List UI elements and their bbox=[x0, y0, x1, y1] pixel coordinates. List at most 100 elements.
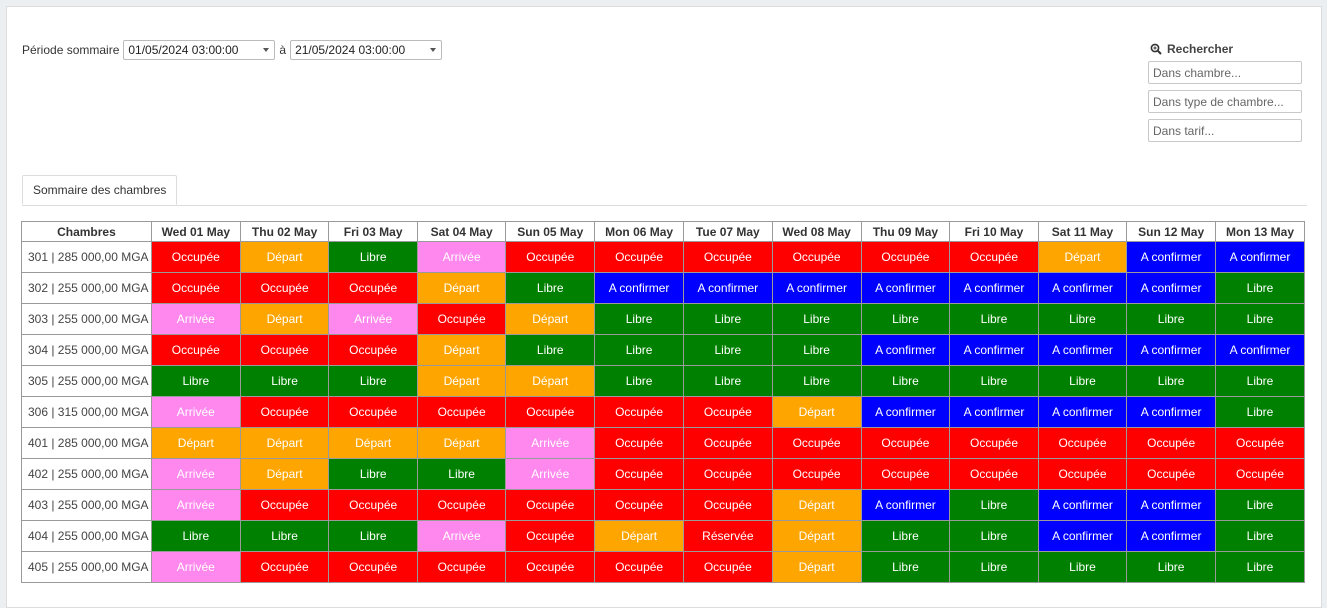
status-cell[interactable]: Occupée bbox=[239, 396, 330, 428]
period-to-select[interactable]: 21/05/2024 03:00:00 bbox=[290, 40, 443, 60]
status-cell[interactable]: Libre bbox=[949, 365, 1039, 397]
status-cell[interactable]: Libre bbox=[949, 520, 1039, 552]
status-cell[interactable]: Libre bbox=[505, 334, 596, 366]
status-cell[interactable]: Arrivée bbox=[505, 458, 596, 490]
status-cell[interactable]: Occupée bbox=[860, 427, 951, 459]
status-cell[interactable]: A confirmer bbox=[860, 396, 951, 428]
status-cell[interactable]: Arrivée bbox=[150, 551, 241, 583]
status-cell[interactable]: Occupée bbox=[505, 551, 596, 583]
status-cell[interactable]: Arrivée bbox=[150, 396, 241, 428]
status-cell[interactable]: A confirmer bbox=[860, 489, 951, 521]
status-cell[interactable]: Occupée bbox=[594, 427, 685, 459]
status-cell[interactable]: Libre bbox=[328, 458, 418, 490]
status-cell[interactable]: A confirmer bbox=[949, 272, 1039, 304]
status-cell[interactable]: Occupée bbox=[328, 272, 418, 304]
status-cell[interactable]: Occupée bbox=[771, 241, 862, 273]
status-cell[interactable]: Occupée bbox=[416, 551, 507, 583]
status-cell[interactable]: Occupée bbox=[505, 396, 596, 428]
status-cell[interactable]: Départ bbox=[416, 427, 507, 459]
status-cell[interactable]: Départ bbox=[771, 520, 862, 552]
status-cell[interactable]: Occupée bbox=[771, 458, 862, 490]
status-cell[interactable]: Départ bbox=[239, 427, 330, 459]
status-cell[interactable]: Libre bbox=[683, 303, 773, 335]
status-cell[interactable]: Occupée bbox=[150, 241, 241, 273]
status-cell[interactable]: Occupée bbox=[683, 427, 773, 459]
search-room-type-input[interactable] bbox=[1148, 90, 1302, 113]
status-cell[interactable]: Occupée bbox=[239, 272, 330, 304]
status-cell[interactable]: Occupée bbox=[416, 489, 507, 521]
status-cell[interactable]: Libre bbox=[1037, 303, 1128, 335]
status-cell[interactable]: Libre bbox=[1037, 365, 1128, 397]
status-cell[interactable]: Occupée bbox=[860, 458, 951, 490]
status-cell[interactable]: Libre bbox=[239, 365, 330, 397]
status-cell[interactable]: Libre bbox=[150, 520, 241, 552]
status-cell[interactable]: Départ bbox=[416, 334, 507, 366]
status-cell[interactable]: Arrivée bbox=[416, 520, 507, 552]
status-cell[interactable]: Départ bbox=[594, 520, 685, 552]
status-cell[interactable]: Libre bbox=[771, 303, 862, 335]
status-cell[interactable]: Occupée bbox=[683, 551, 773, 583]
status-cell[interactable]: A confirmer bbox=[949, 334, 1039, 366]
search-rate-input[interactable] bbox=[1148, 119, 1302, 142]
status-cell[interactable]: Réservée bbox=[683, 520, 773, 552]
status-cell[interactable]: Départ bbox=[505, 365, 596, 397]
status-cell[interactable]: Occupée bbox=[1037, 458, 1128, 490]
status-cell[interactable]: Occupée bbox=[860, 241, 951, 273]
status-cell[interactable]: A confirmer bbox=[860, 272, 951, 304]
status-cell[interactable]: Occupée bbox=[239, 334, 330, 366]
status-cell[interactable]: A confirmer bbox=[771, 272, 862, 304]
status-cell[interactable]: Arrivée bbox=[150, 303, 241, 335]
status-cell[interactable]: Occupée bbox=[594, 458, 685, 490]
status-cell[interactable]: A confirmer bbox=[1037, 396, 1128, 428]
status-cell[interactable]: A confirmer bbox=[1126, 272, 1217, 304]
status-cell[interactable]: Occupée bbox=[1126, 458, 1217, 490]
status-cell[interactable]: A confirmer bbox=[1126, 241, 1217, 273]
status-cell[interactable]: Libre bbox=[860, 520, 951, 552]
status-cell[interactable]: A confirmer bbox=[1037, 520, 1128, 552]
status-cell[interactable]: Libre bbox=[1215, 303, 1305, 335]
status-cell[interactable]: A confirmer bbox=[1126, 489, 1217, 521]
status-cell[interactable]: A confirmer bbox=[1215, 334, 1305, 366]
status-cell[interactable]: Libre bbox=[1037, 551, 1128, 583]
status-cell[interactable]: Départ bbox=[416, 272, 507, 304]
status-cell[interactable]: Occupée bbox=[949, 427, 1039, 459]
status-cell[interactable]: Libre bbox=[860, 551, 951, 583]
status-cell[interactable]: Occupée bbox=[328, 396, 418, 428]
status-cell[interactable]: Occupée bbox=[328, 489, 418, 521]
status-cell[interactable]: Occupée bbox=[416, 303, 507, 335]
status-cell[interactable]: Occupée bbox=[594, 551, 685, 583]
status-cell[interactable]: Libre bbox=[594, 365, 685, 397]
status-cell[interactable]: Départ bbox=[328, 427, 418, 459]
status-cell[interactable]: Libre bbox=[328, 520, 418, 552]
status-cell[interactable]: A confirmer bbox=[860, 334, 951, 366]
status-cell[interactable]: Libre bbox=[239, 520, 330, 552]
status-cell[interactable]: Libre bbox=[860, 303, 951, 335]
status-cell[interactable]: A confirmer bbox=[1126, 520, 1217, 552]
status-cell[interactable]: Libre bbox=[328, 365, 418, 397]
status-cell[interactable]: Occupée bbox=[1215, 458, 1305, 490]
status-cell[interactable]: Occupée bbox=[505, 489, 596, 521]
status-cell[interactable]: Occupée bbox=[416, 396, 507, 428]
status-cell[interactable]: Occupée bbox=[683, 489, 773, 521]
tab-room-summary[interactable]: Sommaire des chambres bbox=[22, 175, 178, 205]
status-cell[interactable]: A confirmer bbox=[1037, 489, 1128, 521]
search-room-input[interactable] bbox=[1148, 61, 1302, 84]
status-cell[interactable]: Libre bbox=[771, 365, 862, 397]
status-cell[interactable]: Occupée bbox=[949, 241, 1039, 273]
status-cell[interactable]: Libre bbox=[1215, 551, 1305, 583]
status-cell[interactable]: Départ bbox=[150, 427, 241, 459]
status-cell[interactable]: Départ bbox=[239, 458, 330, 490]
status-cell[interactable]: Occupée bbox=[505, 241, 596, 273]
status-cell[interactable]: Libre bbox=[683, 365, 773, 397]
status-cell[interactable]: Départ bbox=[771, 396, 862, 428]
status-cell[interactable]: Libre bbox=[1215, 365, 1305, 397]
status-cell[interactable]: Libre bbox=[1215, 520, 1305, 552]
status-cell[interactable]: Libre bbox=[949, 489, 1039, 521]
status-cell[interactable]: Occupée bbox=[594, 241, 685, 273]
status-cell[interactable]: Libre bbox=[949, 551, 1039, 583]
status-cell[interactable]: Arrivée bbox=[150, 458, 241, 490]
status-cell[interactable]: Occupée bbox=[594, 489, 685, 521]
status-cell[interactable]: Libre bbox=[594, 334, 685, 366]
status-cell[interactable]: Libre bbox=[150, 365, 241, 397]
status-cell[interactable]: Départ bbox=[771, 551, 862, 583]
